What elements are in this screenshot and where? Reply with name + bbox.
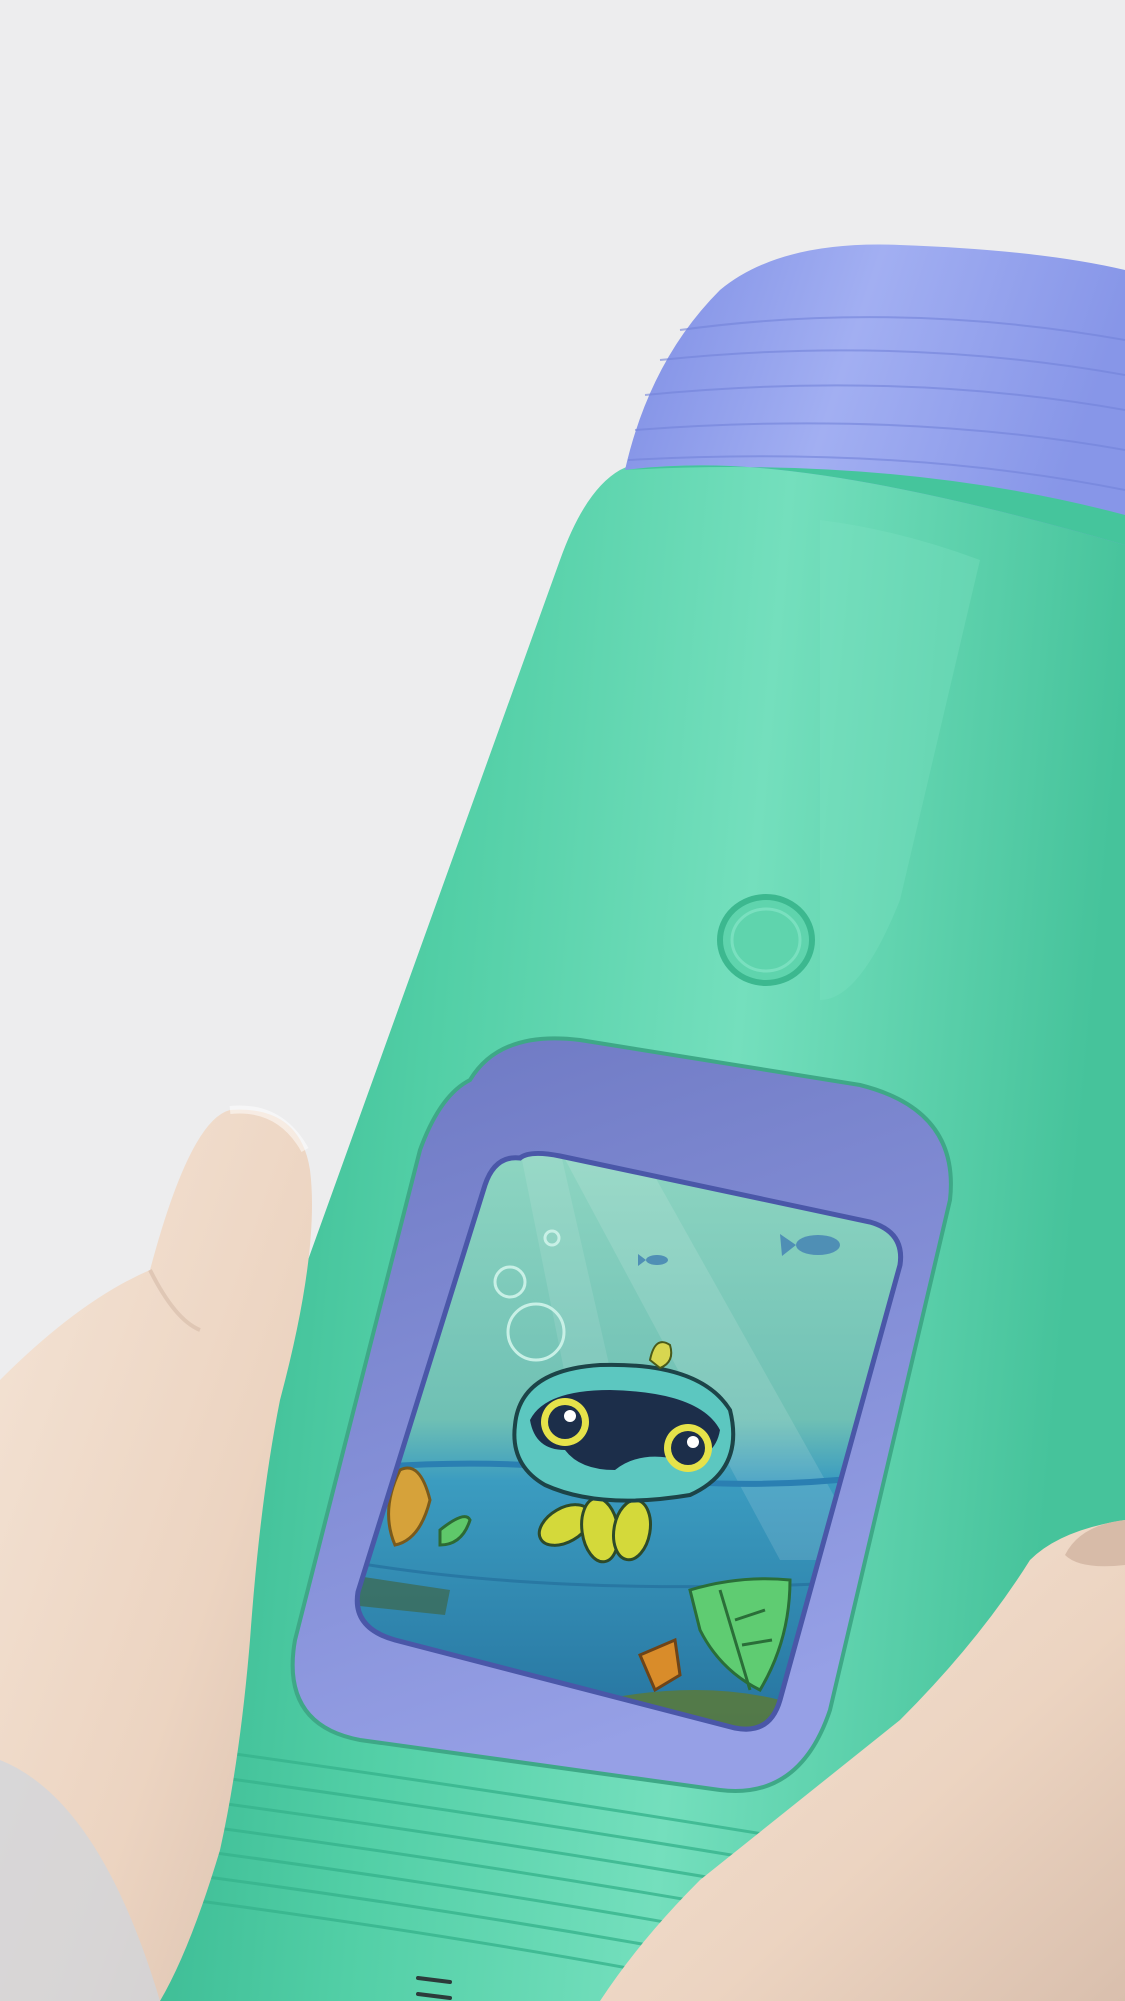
bottle-illustration [0,244,1125,2001]
power-button[interactable] [717,894,815,986]
product-photo-scene [0,0,1125,2001]
